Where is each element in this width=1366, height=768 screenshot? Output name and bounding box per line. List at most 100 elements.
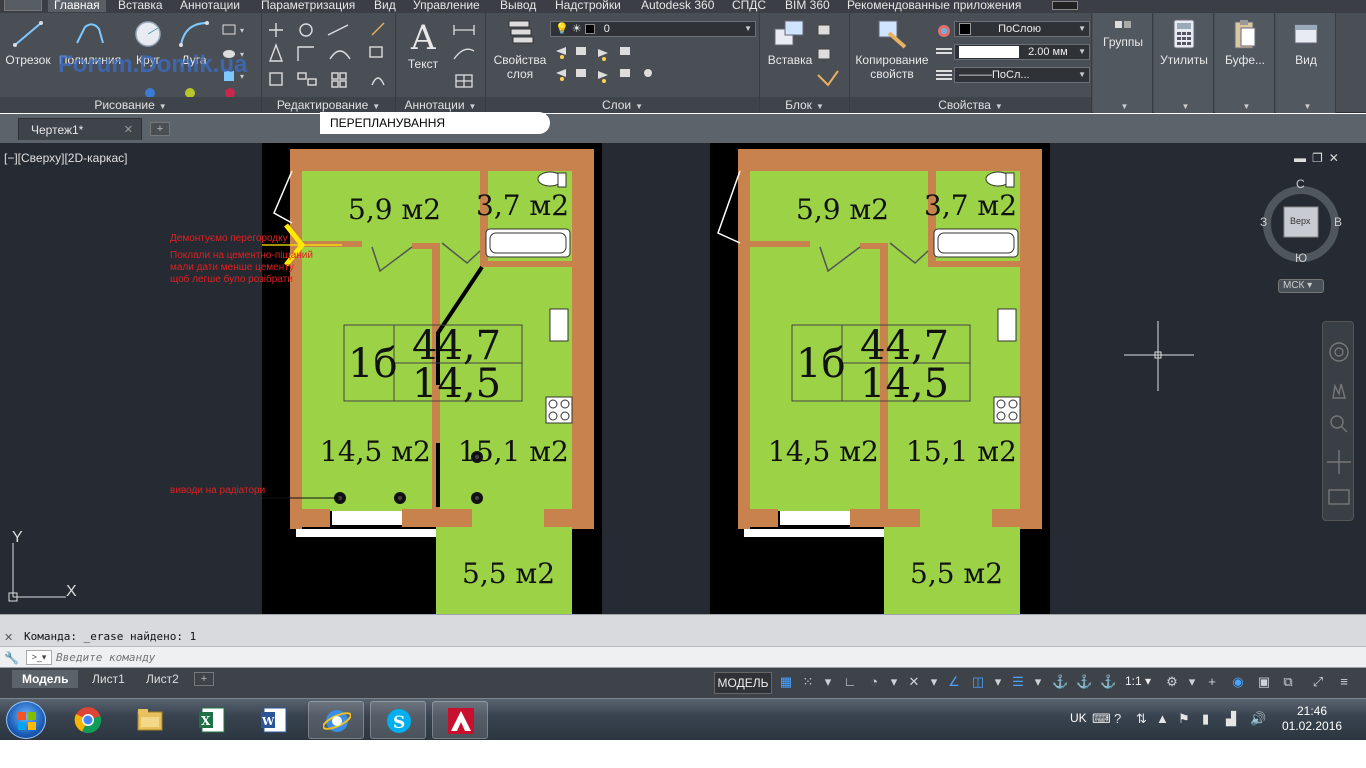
- isolate-objects-icon[interactable]: ◉: [1230, 674, 1246, 690]
- grid-icon[interactable]: ▦: [778, 674, 794, 690]
- lineweight-dropdown-icon[interactable]: ▾: [1030, 674, 1046, 690]
- show-hidden-icons-icon[interactable]: ▲: [1156, 711, 1169, 726]
- ribbon-minimize-button[interactable]: [1052, 1, 1078, 10]
- sync-icon[interactable]: ⇅: [1136, 711, 1147, 727]
- tab-parametric[interactable]: Параметризация: [261, 0, 355, 12]
- utilities-expand[interactable]: ▼: [1154, 97, 1213, 113]
- viewcube-west[interactable]: З: [1260, 215, 1267, 229]
- taskbar-explorer[interactable]: [122, 701, 178, 739]
- ortho-icon[interactable]: ∟: [842, 674, 858, 690]
- command-input[interactable]: [56, 649, 1346, 666]
- language-indicator[interactable]: UK: [1070, 711, 1087, 725]
- annotation-scale-value[interactable]: 1:1 ▾: [1125, 674, 1151, 688]
- hardware-acceleration-icon[interactable]: ▣: [1256, 674, 1272, 690]
- tab-autodesk360[interactable]: Autodesk 360: [641, 0, 714, 12]
- view-expand[interactable]: ▼: [1276, 97, 1335, 113]
- line-tool[interactable]: Отрезок: [4, 19, 52, 67]
- viewcube-east[interactable]: В: [1334, 215, 1342, 229]
- plus-icon[interactable]: +: [1204, 674, 1220, 690]
- view-tool[interactable]: Вид: [1278, 19, 1334, 67]
- match-properties-tool[interactable]: Копирование свойств: [852, 19, 932, 81]
- properties-panel-title[interactable]: Свойства ▼: [850, 97, 1091, 113]
- clean-screen-icon[interactable]: ⧉: [1280, 674, 1296, 690]
- taskbar-skype[interactable]: S: [370, 701, 426, 739]
- tab-featured-apps[interactable]: Рекомендованные приложения: [847, 0, 1021, 12]
- fullscreen-icon[interactable]: ⤢: [1310, 674, 1326, 690]
- command-prompt-icon[interactable]: >_▾: [26, 650, 52, 665]
- network-icon[interactable]: ▟: [1226, 711, 1236, 727]
- polar-icon[interactable]: ◔: [866, 674, 882, 690]
- taskbar-excel[interactable]: X: [184, 701, 240, 739]
- layout-tab-sheet1[interactable]: Лист1: [82, 670, 135, 688]
- tab-manage[interactable]: Управление: [413, 0, 480, 12]
- tab-output[interactable]: Вывод: [500, 0, 536, 12]
- utilities-tool[interactable]: Утилиты: [1156, 19, 1212, 67]
- tab-insert[interactable]: Вставка: [118, 0, 163, 12]
- drawing-canvas[interactable]: [−][Сверху][2D-каркас] 1б 44,7 14,5 5,9 …: [0, 143, 1366, 614]
- viewcube-north[interactable]: С: [1296, 177, 1305, 191]
- viewcube-face-top[interactable]: Верх: [1290, 216, 1310, 226]
- clipboard-expand[interactable]: ▼: [1215, 97, 1274, 113]
- volume-icon[interactable]: 🔊: [1250, 711, 1266, 727]
- viewport-window-controls[interactable]: ▬❐✕: [1294, 151, 1345, 165]
- isodraft-icon[interactable]: ✕: [906, 674, 922, 690]
- color-dropdown[interactable]: ПоСлою ▼: [954, 21, 1090, 37]
- taskbar-chrome[interactable]: [60, 701, 116, 739]
- annotation-scale-icon[interactable]: ⚓: [1052, 674, 1068, 690]
- polar-dropdown-icon[interactable]: ▾: [886, 674, 902, 690]
- snap-dropdown-icon[interactable]: ▾: [820, 674, 836, 690]
- snap-icon[interactable]: ⁙: [800, 674, 816, 690]
- viewport-label[interactable]: [−][Сверху][2D-каркас]: [4, 151, 128, 165]
- power-icon[interactable]: ▮: [1202, 711, 1209, 727]
- modify-panel-title[interactable]: Редактирование ▼: [262, 97, 395, 113]
- dimension-tools-icons[interactable]: [452, 23, 482, 89]
- block-panel-title[interactable]: Блок ▼: [760, 97, 849, 113]
- layers-panel-title[interactable]: Слои ▼: [486, 97, 759, 113]
- gear-icon[interactable]: ⚙: [1164, 674, 1180, 690]
- tab-annotate[interactable]: Аннотации: [180, 0, 240, 12]
- rectangle-tool-icon[interactable]: ▾: [222, 23, 252, 37]
- application-menu-button[interactable]: [4, 0, 42, 11]
- clock[interactable]: 21:46 01.02.2016: [1282, 704, 1342, 734]
- layer-tools-icons[interactable]: [552, 45, 672, 91]
- block-tools-icons[interactable]: [816, 23, 846, 89]
- annotation-panel-title[interactable]: Аннотации ▼: [396, 97, 485, 113]
- taskbar-autocad[interactable]: [432, 701, 488, 739]
- file-tab-drawing1[interactable]: Чертеж1* ✕: [18, 118, 142, 140]
- model-space-button[interactable]: МОДЕЛЬ: [714, 672, 772, 694]
- lineweight-icon[interactable]: ☰: [1010, 674, 1026, 690]
- taskbar-word[interactable]: W: [246, 701, 302, 739]
- groups-expand[interactable]: ▼: [1093, 97, 1152, 113]
- navigation-tools-icons[interactable]: [1323, 322, 1355, 522]
- tab-bim360[interactable]: BIM 360: [785, 0, 830, 12]
- tab-view[interactable]: Вид: [374, 0, 396, 12]
- wrench-icon[interactable]: 🔧: [4, 651, 19, 665]
- customize-menu-icon[interactable]: ≡: [1336, 674, 1352, 690]
- taskbar-internet-explorer[interactable]: [308, 701, 364, 739]
- linetype-dropdown[interactable]: ———ПоСл... ▼: [954, 67, 1090, 83]
- text-tool[interactable]: A Текст: [402, 19, 444, 71]
- insert-block-tool[interactable]: Вставка: [764, 19, 816, 67]
- current-layer-dropdown[interactable]: 💡 ☀ 0 ▼: [550, 21, 756, 37]
- tab-spds[interactable]: СПДС: [732, 0, 766, 12]
- object-snap-dropdown-icon[interactable]: ▾: [990, 674, 1006, 690]
- viewcube-south[interactable]: Ю: [1295, 251, 1307, 265]
- close-icon[interactable]: ✕: [4, 631, 13, 644]
- auto-scale-icon[interactable]: ⚓: [1100, 674, 1116, 690]
- layout-tab-sheet2[interactable]: Лист2: [136, 670, 189, 688]
- lineweight-dropdown[interactable]: 2.00 мм ▼: [954, 44, 1090, 60]
- object-snap-tracking-icon[interactable]: ∠: [946, 674, 962, 690]
- object-snap-icon[interactable]: ◫: [970, 674, 986, 690]
- tab-addins[interactable]: Надстройки: [555, 0, 621, 12]
- layer-properties-tool[interactable]: Свойства слоя: [490, 19, 550, 81]
- ucs-dropdown[interactable]: МСК ▾: [1278, 279, 1324, 293]
- draw-panel-title[interactable]: Рисование ▼: [0, 97, 261, 113]
- isodraft-dropdown-icon[interactable]: ▾: [926, 674, 942, 690]
- tab-home[interactable]: Главная: [48, 0, 106, 12]
- annotation-visibility-icon[interactable]: ⚓: [1076, 674, 1092, 690]
- close-icon[interactable]: ✕: [124, 119, 133, 141]
- start-button[interactable]: [6, 701, 46, 739]
- groups-tool[interactable]: Группы: [1097, 19, 1149, 49]
- add-layout-button[interactable]: +: [194, 672, 214, 686]
- help-icon[interactable]: ?: [1114, 711, 1121, 726]
